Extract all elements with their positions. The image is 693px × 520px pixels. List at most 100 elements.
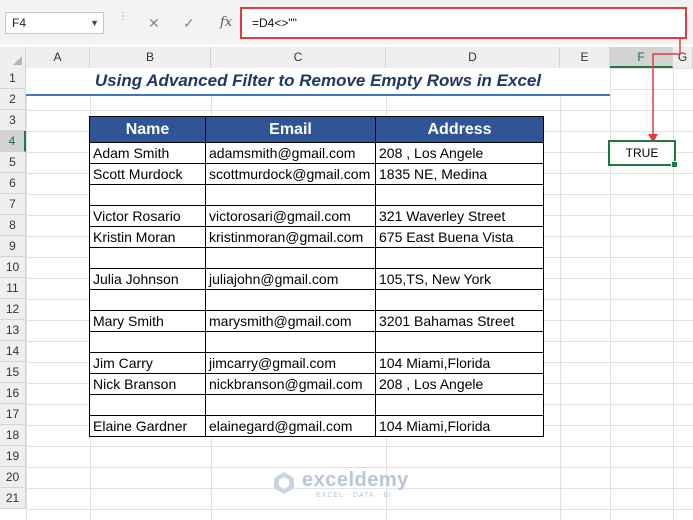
row-header[interactable]: 15 [0,362,26,383]
cell-name[interactable]: Victor Rosario [89,205,206,227]
row-header[interactable]: 16 [0,383,26,404]
row-header[interactable]: 2 [0,89,26,110]
cell-address[interactable]: 1835 NE, Medina [375,163,544,185]
formula-bar: F4 ▼ ⋮ ✕ ✓ fx =D4<>"" [0,0,693,44]
row-header[interactable]: 12 [0,299,26,320]
row-header[interactable]: 17 [0,404,26,425]
cell-email[interactable] [205,331,376,353]
formula-input[interactable]: =D4<>"" [240,7,687,39]
watermark-tagline: EXCEL · DATA · BI [316,492,392,499]
table-header-row: Name Email Address [89,116,544,143]
table-row: Elaine Gardner elainegard@gmail.com 104 Mi… [89,415,544,437]
table-row: Victor Rosario victorosari@gmail.com 321 W… [89,205,544,227]
row-header[interactable]: 1 [0,68,26,89]
cell-address[interactable]: 105,TS, New York [375,268,544,290]
cell-name[interactable]: Jim Carry [89,352,206,374]
name-box[interactable]: F4 ▼ [5,12,104,34]
cell-name[interactable] [89,331,206,353]
cell-email[interactable]: kristinmoran@gmail.com [205,226,376,248]
column-header-b[interactable]: B [90,47,211,68]
chevron-down-icon[interactable]: ▼ [90,13,99,33]
cell-email[interactable]: marysmith@gmail.com [205,310,376,332]
table-row [89,289,544,311]
cell-name[interactable]: Elaine Gardner [89,415,206,437]
cell-email[interactable] [205,394,376,416]
cell-address[interactable]: 321 Waverley Street [375,205,544,227]
cell-email[interactable]: scottmurdock@gmail.com [205,163,376,185]
row-header[interactable]: 10 [0,257,26,278]
cell-name[interactable]: Adam Smith [89,142,206,164]
header-address[interactable]: Address [375,116,544,143]
column-header-d[interactable]: D [386,47,560,68]
row-header[interactable]: 21 [0,488,26,509]
row-header[interactable]: 7 [0,194,26,215]
row-header-active[interactable]: 4 [0,131,26,152]
cell-address[interactable] [375,184,544,206]
table-row [89,247,544,269]
cell-address[interactable]: 208 , Los Angele [375,373,544,395]
cell-address[interactable]: 675 East Buena Vista [375,226,544,248]
table-row: Scott Murdock scottmurdock@gmail.com 1835 … [89,163,544,185]
cell-email[interactable]: juliajohn@gmail.com [205,268,376,290]
cell-name[interactable]: Julia Johnson [89,268,206,290]
cell-address[interactable]: 208 , Los Angele [375,142,544,164]
insert-function-icon[interactable]: fx [220,12,232,34]
cell-address[interactable]: 3201 Bahamas Street [375,310,544,332]
cell-name[interactable] [89,289,206,311]
table-row: Jim Carry jimcarry@gmail.com 104 Miami,Flo… [89,352,544,374]
cell-address[interactable]: 104 Miami,Florida [375,352,544,374]
cell-email[interactable]: nickbranson@gmail.com [205,373,376,395]
cell-email[interactable] [205,289,376,311]
row-header[interactable]: 3 [0,110,26,131]
cell-name[interactable] [89,247,206,269]
formula-text: =D4<>"" [252,16,297,30]
cell-address[interactable] [375,394,544,416]
cell-name[interactable]: Scott Murdock [89,163,206,185]
data-table: Name Email Address Adam Smith adamsmith@g… [89,116,544,437]
active-cell-f4[interactable]: TRUE [608,140,678,168]
cell-email[interactable]: adamsmith@gmail.com [205,142,376,164]
table-row: Mary Smith marysmith@gmail.com 3201 Bahama… [89,310,544,332]
cell-email[interactable]: elainegard@gmail.com [205,415,376,437]
row-header[interactable]: 20 [0,467,26,488]
cell-email[interactable]: victorosari@gmail.com [205,205,376,227]
active-cell-value: TRUE [625,146,659,160]
cell-address[interactable]: 104 Miami,Florida [375,415,544,437]
column-header-g[interactable]: G [673,47,693,68]
cell-name[interactable] [89,184,206,206]
row-header[interactable]: 19 [0,446,26,467]
row-header[interactable]: 11 [0,278,26,299]
row-header[interactable]: 9 [0,236,26,257]
row-header[interactable]: 5 [0,152,26,173]
row-header[interactable]: 18 [0,425,26,446]
cell-address[interactable] [375,289,544,311]
row-header[interactable]: 14 [0,341,26,362]
cell-name[interactable] [89,394,206,416]
table-row: Adam Smith adamsmith@gmail.com 208 , Los A… [89,142,544,164]
cell-email[interactable]: jimcarry@gmail.com [205,352,376,374]
cell-address[interactable] [375,247,544,269]
table-row: Nick Branson nickbranson@gmail.com 208 , L… [89,373,544,395]
cell-email[interactable] [205,184,376,206]
cell-name[interactable]: Nick Branson [89,373,206,395]
row-header[interactable]: 13 [0,320,26,341]
cell-address[interactable] [375,331,544,353]
name-box-value: F4 [12,16,27,30]
row-header[interactable]: 6 [0,173,26,194]
column-header-a[interactable]: A [26,47,90,68]
select-all-button[interactable] [0,47,26,68]
enter-icon[interactable]: ✓ [183,12,195,34]
column-header-c[interactable]: C [211,47,386,68]
header-name[interactable]: Name [89,116,206,143]
cell-email[interactable] [205,247,376,269]
title-underline [26,94,610,96]
drag-handle-icon[interactable]: ⋮ [118,12,128,34]
cell-name[interactable]: Kristin Moran [89,226,206,248]
row-header[interactable]: 8 [0,215,26,236]
cell-name[interactable]: Mary Smith [89,310,206,332]
column-header-e[interactable]: E [560,47,610,68]
header-email[interactable]: Email [205,116,376,143]
exceldemy-logo-icon [274,472,294,494]
column-header-f[interactable]: F [610,47,673,68]
cancel-icon[interactable]: ✕ [148,12,160,34]
